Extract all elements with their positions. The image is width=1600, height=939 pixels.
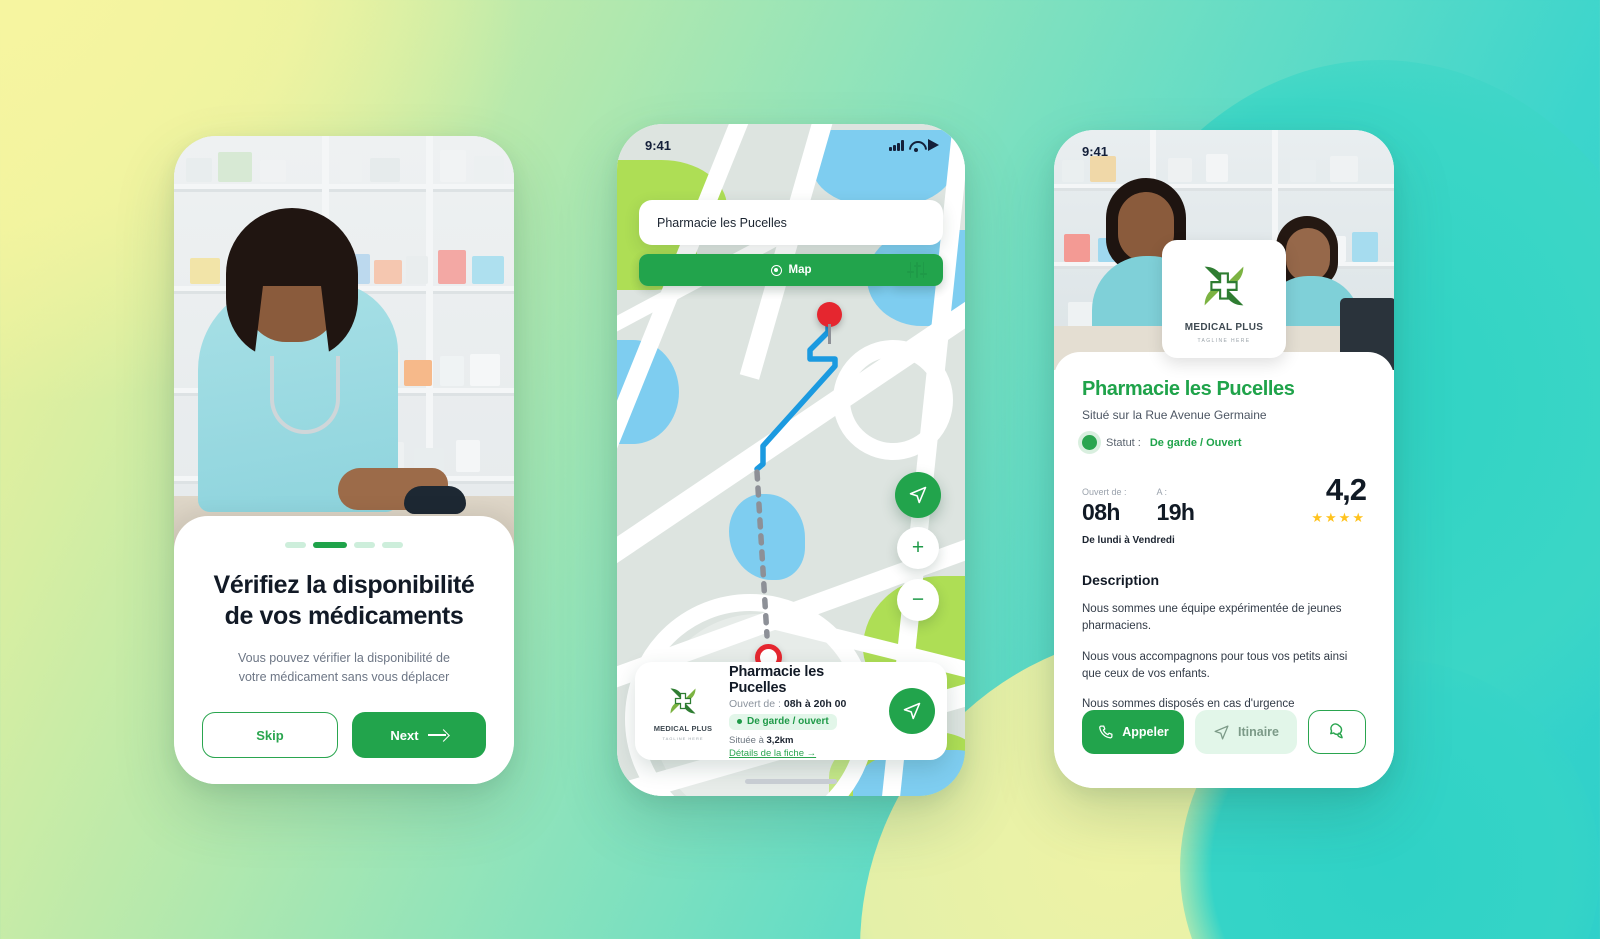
rating-stars: ★★★★ [1311,510,1366,525]
close-label: A : [1156,487,1168,497]
opening-days: De lundi à Vendredi [1082,535,1175,546]
onboarding-phone: Vérifiez la disponibilité de vos médicam… [174,136,514,784]
chat-button[interactable] [1308,710,1366,754]
hours-label: Ouvert de : [729,697,781,710]
close-time: A : 19h [1157,487,1195,526]
distance-label: Située à [729,734,764,746]
card-navigate-button[interactable] [889,688,935,734]
description-paragraph-2: Nous vous accompagnons pour tous vos pet… [1082,650,1348,680]
skip-button[interactable]: Skip [202,712,338,758]
status-icons [889,139,939,152]
hours-value: 08h à 20h 00 [783,697,847,710]
status-badge: De garde / ouvert [729,713,837,730]
arrow-right-icon [427,729,448,741]
zoom-in-button[interactable]: + [897,527,939,569]
skip-button-label: Skip [256,727,284,743]
next-button[interactable]: Next [352,712,486,758]
pagination-dot-active[interactable] [313,542,347,548]
phone-icon [1099,724,1113,738]
pharmacy-detail-panel: Pharmacie les Pucelles Situé sur la Rue … [1054,352,1394,788]
pharmacy-result-card[interactable]: MEDICAL PLUS TAGLINE HERE Pharmacie les … [635,662,947,760]
cellular-signal-icon [889,140,904,151]
rating-block: 4,2 ★★★★ [1311,472,1367,526]
zoom-in-label: + [911,536,925,559]
pharmacy-card-hours: Ouvert de : 08h à 20h 00 [729,698,879,710]
status-bar: 9:41 [1054,130,1394,164]
pagination-dots[interactable] [285,542,403,548]
next-button-label: Next [390,727,419,743]
pharmacy-status: Statut : De garde / Ouvert [1082,435,1366,450]
chat-bubbles-icon [1330,723,1343,739]
pharmacy-logo-card: MEDICAL PLUS TAGLINE HERE [1162,240,1286,358]
navigate-icon [909,486,927,504]
pagination-dot[interactable] [285,542,306,548]
logo-tagline: TAGLINE HERE [1197,337,1251,344]
pharmacy-logo: MEDICAL PLUS TAGLINE HERE [647,681,719,741]
status-time: 9:41 [1082,143,1109,159]
directions-button[interactable]: Itinaire [1195,710,1297,754]
locate-me-button[interactable] [895,472,941,518]
description-heading: Description [1082,572,1160,588]
status-label: Statut : [1106,436,1141,449]
pagination-dot[interactable] [354,542,375,548]
medical-plus-logo-icon [1204,266,1244,305]
onboarding-title: Vérifiez la disponibilité de vos médicam… [214,570,475,631]
search-input-value: Pharmacie les Pucelles [657,215,787,230]
tab-map[interactable]: Map [639,254,943,286]
wifi-icon [909,140,923,152]
details-link[interactable]: Détails de la fiche → [729,748,879,759]
detail-phone: 9:41 MEDICAL PLUS TAGLINE HERE Pharmacie… [1054,130,1394,788]
directions-button-label: Itinaire [1238,725,1279,739]
zoom-out-label: − [911,588,925,611]
pagination-dot[interactable] [382,542,403,548]
call-button[interactable]: Appeler [1082,710,1184,754]
logo-name: MEDICAL PLUS [653,724,713,733]
onboarding-subtitle: Vous pouvez vérifier la disponibilité de… [238,651,450,685]
close-value: 19h [1156,499,1195,525]
pharmacy-card-title: Pharmacie les Pucelles [729,663,824,696]
distance-value: 3,2km [766,734,794,746]
sliders-icon [907,262,927,278]
onboarding-actions: Skip Next [202,712,486,758]
pharmacy-title: Pharmacie les Pucelles [1082,378,1295,400]
onboarding-hero-image [174,136,514,554]
home-indicator [745,779,837,784]
onboarding-title-line1: Vérifiez la disponibilité [213,571,475,599]
open-label: Ouvert de : [1082,487,1127,497]
navigate-icon [903,702,921,720]
search-input[interactable]: Pharmacie les Pucelles [639,200,943,245]
status-value: De garde / Ouvert [1149,436,1242,449]
open-value: 08h [1082,499,1120,525]
open-time: Ouvert de : 08h [1082,487,1127,526]
onboarding-title-line2: de vos médicaments [224,601,464,630]
location-pin-icon [770,264,782,276]
tab-map-label: Map [788,264,812,276]
medical-plus-logo-icon [670,688,696,714]
status-dot-icon [737,719,742,724]
navigate-icon [1214,724,1229,740]
rating-value: 4,2 [1325,472,1367,507]
detail-actions: Appeler Itinaire [1082,710,1366,754]
pharmacy-card-body: Pharmacie les Pucelles Ouvert de : 08h à… [729,664,879,759]
map-phone: 9:41 Pharmacie les Pucelles List Map + − [617,124,965,796]
status-time: 9:41 [645,137,672,153]
status-dot-icon [1082,435,1097,450]
call-button-label: Appeler [1122,725,1169,739]
pharmacy-address: Situé sur la Rue Avenue Germaine [1082,408,1267,422]
status-bar: 9:41 [617,124,965,158]
description-paragraph-1: Nous sommes une équipe expérimentée de j… [1082,603,1342,633]
pharmacy-distance: Située à 3,2km [729,735,879,746]
logo-name: MEDICAL PLUS [1184,321,1264,333]
pharmacy-hours: Ouvert de : 08h A : 19h 4,2 ★★★★ [1082,472,1367,526]
battery-icon [928,139,939,151]
logo-tagline: TAGLINE HERE [662,736,704,741]
status-badge-label: De garde / ouvert [747,716,829,727]
view-toggle-group: List Map [639,254,943,286]
destination-pin[interactable] [817,302,842,344]
zoom-out-button[interactable]: − [897,579,939,621]
onboarding-sheet: Vérifiez la disponibilité de vos médicam… [174,516,514,784]
